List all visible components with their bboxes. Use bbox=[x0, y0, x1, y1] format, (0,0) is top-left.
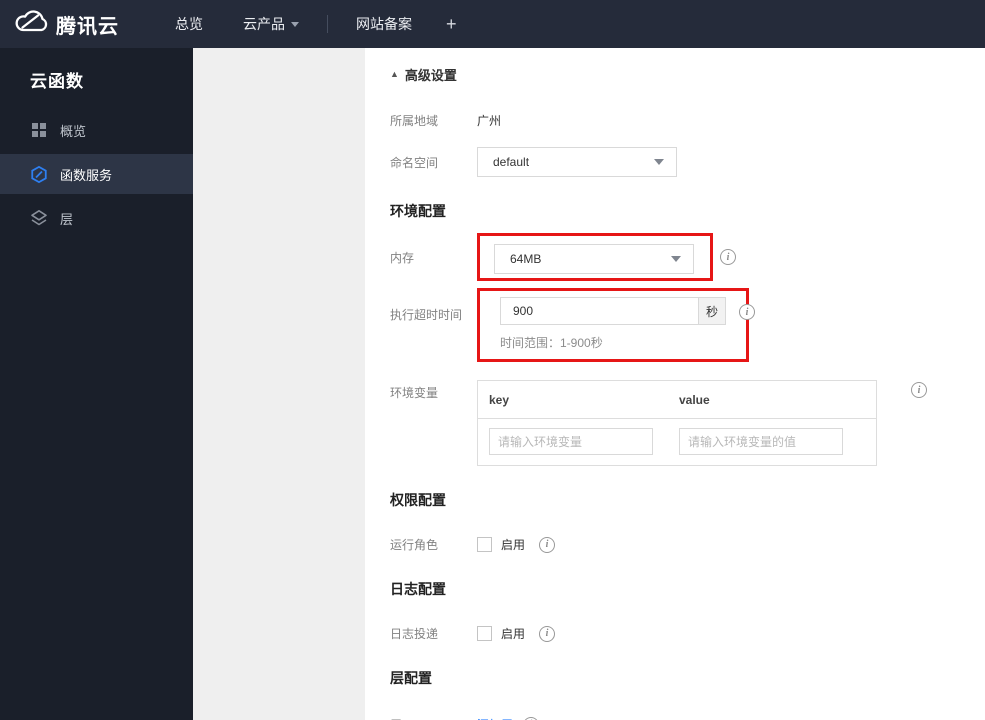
logo-text: 腾讯云 bbox=[56, 15, 119, 38]
log-delivery-enable-label[interactable]: 启用 bbox=[501, 625, 525, 642]
env-key-header: key bbox=[489, 393, 510, 407]
log-delivery-label: 日志投递 bbox=[390, 627, 439, 641]
top-navigation: 总览 云产品 网站备案 + bbox=[155, 14, 471, 35]
grid-icon bbox=[30, 121, 48, 139]
memory-info-icon[interactable]: i bbox=[720, 249, 736, 265]
chevron-down-icon bbox=[291, 21, 299, 27]
env-value-header: value bbox=[679, 393, 710, 407]
timeout-row: 执行超时时间 秒 时间范围：1-900秒 i bbox=[390, 288, 965, 362]
topbar: 腾讯云 总览 云产品 网站备案 + bbox=[0, 0, 985, 48]
log-delivery-info-icon[interactable]: i bbox=[539, 625, 556, 642]
log-delivery-enable-checkbox[interactable] bbox=[477, 626, 492, 641]
hexagon-function-icon bbox=[30, 165, 48, 183]
section-layer-config: 层配置 bbox=[390, 670, 432, 686]
region-label: 所属地域 bbox=[390, 114, 439, 128]
env-key-input[interactable] bbox=[489, 428, 653, 455]
memory-selected-value: 64MB bbox=[510, 252, 542, 266]
sidebar: 云函数 概览 函数服务 层 bbox=[0, 48, 193, 720]
memory-select[interactable]: 64MB bbox=[494, 244, 694, 274]
namespace-row: 命名空间 default bbox=[390, 147, 965, 177]
layer-info-icon[interactable]: i bbox=[523, 716, 540, 720]
env-vars-table: key value bbox=[477, 380, 877, 466]
timeout-input[interactable] bbox=[501, 298, 698, 324]
sidebar-item-overview[interactable]: 概览 bbox=[0, 110, 193, 150]
run-role-enable-checkbox[interactable] bbox=[477, 537, 492, 552]
env-vars-label: 环境变量 bbox=[390, 386, 439, 400]
memory-label: 内存 bbox=[390, 250, 415, 265]
namespace-selected-value: default bbox=[493, 155, 530, 169]
nav-overview[interactable]: 总览 bbox=[175, 14, 203, 34]
advanced-settings-label: 高级设置 bbox=[404, 68, 457, 83]
section-permission-config: 权限配置 bbox=[390, 492, 446, 508]
collapse-arrow-icon: ▲ bbox=[390, 69, 399, 79]
timeout-hint: 时间范围：1-900秒 bbox=[500, 336, 603, 350]
topbar-divider bbox=[327, 15, 328, 33]
timeout-unit: 秒 bbox=[698, 298, 725, 324]
layer-row: 层 添加层 i bbox=[390, 716, 965, 720]
sidebar-item-layers[interactable]: 层 bbox=[0, 198, 193, 238]
namespace-select[interactable]: default bbox=[477, 147, 677, 177]
tencent-cloud-logo[interactable]: 腾讯云 bbox=[0, 9, 119, 40]
dropdown-arrow-icon bbox=[654, 159, 664, 165]
memory-row: 内存 64MB i bbox=[390, 233, 965, 281]
timeout-input-group: 秒 bbox=[500, 297, 726, 325]
run-role-row: 运行角色 启用 i bbox=[390, 536, 965, 553]
env-vars-input-row bbox=[478, 419, 876, 465]
add-layer-link[interactable]: 添加层 bbox=[477, 716, 513, 720]
env-vars-header: key value bbox=[478, 381, 876, 419]
section-env-config: 环境配置 bbox=[390, 203, 446, 219]
function-config-form: ▲ 高级设置 所属地域 广州 命名空间 default 环境配置 内存 64MB bbox=[365, 48, 985, 720]
section-log-config: 日志配置 bbox=[390, 581, 446, 597]
sidebar-item-label: 函数服务 bbox=[60, 167, 113, 183]
dropdown-arrow-icon bbox=[671, 256, 681, 262]
cloud-logo-icon bbox=[13, 9, 49, 40]
sidebar-item-function-service[interactable]: 函数服务 bbox=[0, 154, 193, 194]
product-title: 云函数 bbox=[30, 72, 84, 91]
annotation-box-timeout: 秒 时间范围：1-900秒 i bbox=[477, 288, 755, 362]
layer-label: 层 bbox=[390, 716, 477, 720]
region-value: 广州 bbox=[477, 114, 502, 128]
env-vars-info-icon[interactable]: i bbox=[911, 382, 927, 398]
namespace-label: 命名空间 bbox=[390, 155, 439, 170]
nav-cloud-products[interactable]: 云产品 bbox=[243, 14, 299, 34]
region-row: 所属地域 广州 bbox=[390, 112, 965, 129]
env-vars-row: 环境变量 key value i bbox=[390, 380, 965, 466]
nav-icp-filing[interactable]: 网站备案 bbox=[356, 14, 412, 34]
layers-icon bbox=[30, 209, 48, 227]
run-role-label: 运行角色 bbox=[390, 538, 439, 552]
run-role-enable-label[interactable]: 启用 bbox=[501, 536, 525, 553]
env-value-input[interactable] bbox=[679, 428, 843, 455]
log-delivery-row: 日志投递 启用 i bbox=[390, 625, 965, 642]
sidebar-item-label: 层 bbox=[60, 211, 74, 227]
timeout-label: 执行超时时间 bbox=[390, 308, 463, 322]
timeout-info-icon[interactable]: i bbox=[739, 304, 755, 320]
advanced-settings-toggle[interactable]: ▲ 高级设置 bbox=[390, 65, 965, 84]
add-tab-button[interactable]: + bbox=[446, 14, 457, 35]
annotation-box-memory: 64MB bbox=[477, 233, 713, 281]
run-role-info-icon[interactable]: i bbox=[539, 536, 556, 553]
secondary-panel bbox=[193, 48, 365, 720]
sidebar-item-label: 概览 bbox=[60, 123, 87, 139]
